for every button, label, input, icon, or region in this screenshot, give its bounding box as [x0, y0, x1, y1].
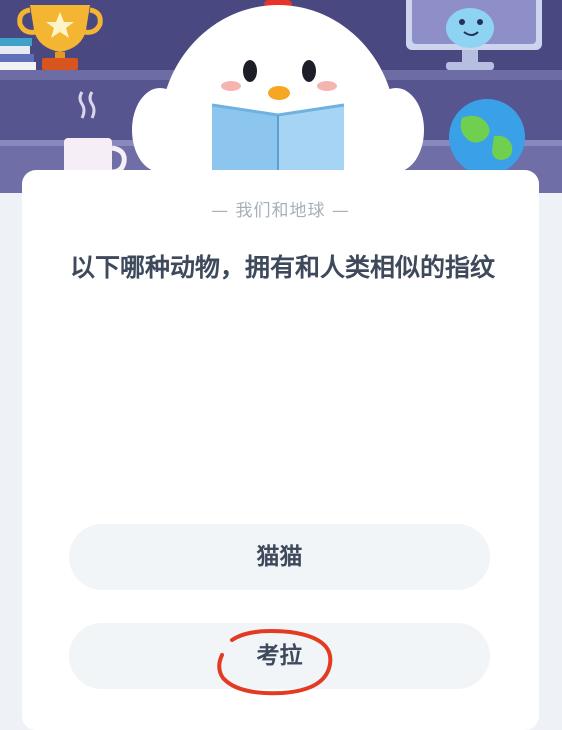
books-icon: [0, 38, 36, 70]
question-card: — 我们和地球 — 以下哪种动物，拥有和人类相似的指纹 猫猫 考拉: [22, 170, 539, 730]
answer-option-2[interactable]: 考拉: [69, 623, 490, 689]
header-illustration: [0, 0, 562, 193]
category-label: — 我们和地球 —: [211, 201, 350, 221]
question-text: 以下哪种动物，拥有和人类相似的指纹: [70, 253, 496, 282]
answer-option-1[interactable]: 猫猫: [69, 524, 490, 590]
